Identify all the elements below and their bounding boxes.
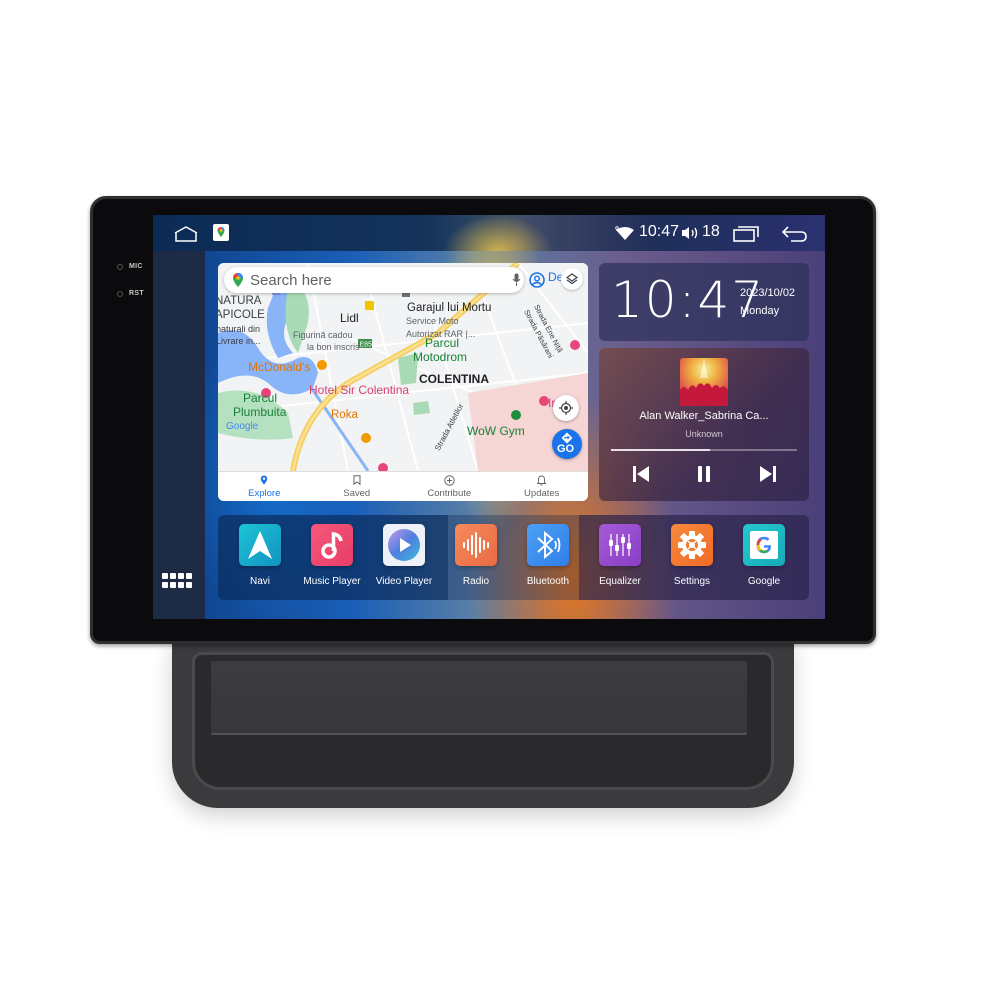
app-google[interactable]: Google	[728, 524, 800, 594]
maps-tab-updates[interactable]: Updates	[496, 472, 589, 501]
app-radio[interactable]: Radio	[440, 524, 512, 594]
volume-level: 18	[702, 223, 720, 240]
map-label: APICOLE	[218, 309, 265, 321]
crosshair-icon	[559, 401, 573, 415]
navigation-arrow-icon	[239, 524, 281, 566]
maps-tab-explore[interactable]: Explore	[218, 472, 311, 501]
map-label: Parcul	[425, 336, 460, 350]
clock-widget[interactable]: 10:47 2023/10/02 Monday	[599, 263, 809, 341]
map-label: COLENTINA	[419, 372, 489, 386]
product-photo: MIC RST 10:47 18 E85 NATURA APICOLE natu…	[0, 0, 1000, 1000]
radio-waves-icon	[455, 524, 497, 566]
maps-tab-label: Explore	[248, 488, 281, 499]
map-search-bar[interactable]: Search here	[224, 267, 524, 293]
maps-tab-label: Updates	[524, 488, 560, 499]
maps-pin-icon	[233, 273, 243, 287]
rst-label: RST	[129, 290, 144, 297]
playback-progress-fill	[611, 449, 710, 451]
storage-pocket	[192, 652, 774, 790]
bell-icon	[496, 475, 589, 488]
maps-tab-label: Saved	[343, 488, 371, 499]
music-widget[interactable]: Alan Walker_Sabrina Ca... Unknown	[599, 348, 809, 501]
pause-icon[interactable]	[693, 464, 715, 484]
my-location-button[interactable]	[553, 395, 579, 421]
map-label: Lidl	[340, 311, 359, 325]
map-label: Plumbuita	[233, 405, 287, 419]
music-note-icon	[311, 524, 353, 566]
status-bar: 10:47 18	[153, 215, 825, 251]
map-label: naturali din	[218, 324, 261, 334]
map-label: McDonald's	[248, 360, 311, 374]
app-settings[interactable]: Settings	[656, 524, 728, 594]
microphone-icon[interactable]	[512, 273, 521, 287]
e85-shield: E85	[360, 342, 373, 349]
clock-date: 2023/10/02	[740, 287, 796, 299]
map-label: la bon inscris	[307, 342, 360, 352]
equalizer-icon	[599, 524, 641, 566]
map-label: Parcul	[243, 391, 278, 405]
maps-bottom-nav: Explore Saved Contribute Updates	[218, 471, 588, 501]
app-navi[interactable]: Navi	[224, 524, 296, 594]
map-label: Motodrom	[413, 350, 468, 364]
app-dock: Navi Music Player Video Player Radio Blu…	[218, 515, 809, 600]
map-search-input[interactable]: Search here	[250, 272, 332, 289]
app-label: Google	[747, 576, 781, 587]
wifi-icon	[615, 226, 634, 240]
volume-icon[interactable]	[680, 225, 700, 241]
reset-button[interactable]	[117, 291, 123, 297]
map-view[interactable]: E85 NATURA APICOLE naturali din Livrare …	[218, 263, 588, 471]
map-label: Garajul lui Mortu	[407, 302, 492, 314]
map-label: Figurină cadou	[293, 330, 353, 340]
mounting-bracket	[172, 640, 794, 808]
track-title: Alan Walker_Sabrina Ca...	[639, 410, 769, 422]
next-track-icon[interactable]	[757, 464, 779, 484]
pocket-flap	[211, 661, 747, 735]
account-icon[interactable]	[529, 272, 545, 288]
map-label: NATURA	[218, 295, 262, 307]
go-button[interactable]: GO	[552, 429, 582, 459]
map-label: Roka	[331, 409, 358, 421]
map-label: Hotel Sir Colentina	[309, 383, 410, 397]
google-maps-icon[interactable]	[213, 224, 229, 241]
previous-track-icon[interactable]	[630, 464, 652, 484]
back-icon[interactable]	[781, 225, 809, 243]
mic-label: MIC	[129, 263, 143, 270]
album-art[interactable]	[680, 358, 728, 406]
all-apps-icon[interactable]	[162, 573, 192, 589]
clock-day: Monday	[740, 305, 780, 317]
status-time: 10:47	[639, 223, 680, 240]
play-icon	[383, 524, 425, 566]
home-icon[interactable]	[173, 225, 199, 243]
gear-icon	[671, 524, 713, 566]
app-bluetooth[interactable]: Bluetooth	[512, 524, 584, 594]
recent-apps-icon[interactable]	[733, 225, 759, 242]
bookmark-icon	[311, 475, 404, 488]
bluetooth-icon	[527, 524, 569, 566]
map-label: Livrare in...	[218, 336, 261, 346]
layers-icon	[566, 273, 578, 285]
playback-progress-bar[interactable]	[611, 449, 797, 451]
layers-button[interactable]	[561, 268, 583, 290]
app-music-player[interactable]: Music Player	[296, 524, 368, 594]
google-icon	[743, 524, 785, 566]
track-artist: Unknown	[685, 429, 723, 439]
map-label: Service Moto	[406, 316, 459, 326]
screen: 10:47 18 E85 NATURA APICOLE naturali din…	[153, 215, 825, 619]
mic-hole	[117, 264, 123, 270]
maps-tab-contribute[interactable]: Contribute	[403, 472, 496, 501]
plus-circle-icon	[403, 475, 496, 488]
app-video-player[interactable]: Video Player	[368, 524, 440, 594]
maps-tab-saved[interactable]: Saved	[311, 472, 404, 501]
map-label: WoW Gym	[467, 424, 525, 438]
clock-time: 10:47	[611, 271, 766, 329]
google-logo: Google	[226, 421, 259, 432]
pin-icon	[218, 475, 311, 488]
maps-tab-label: Contribute	[427, 488, 472, 499]
maps-widget[interactable]: E85 NATURA APICOLE naturali din Livrare …	[218, 263, 588, 501]
app-equalizer[interactable]: Equalizer	[584, 524, 656, 594]
side-panel	[153, 251, 205, 619]
go-label: GO	[557, 443, 575, 455]
